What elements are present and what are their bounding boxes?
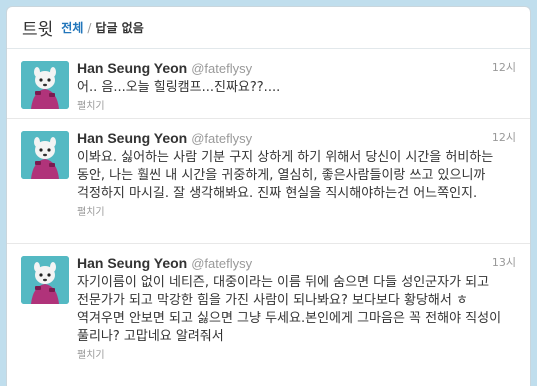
avatar[interactable] <box>21 131 69 179</box>
tweet-author-line: Han Seung Yeon @fateflysy <box>77 59 516 77</box>
panel-header: 트윗 전체 / 답글 없음 <box>7 7 530 49</box>
avatar-image <box>21 61 69 109</box>
author-name[interactable]: Han Seung Yeon <box>77 130 187 146</box>
tweet-text: 어.. 음...오늘 힐링캠프...진짜요??.... <box>77 80 281 95</box>
tweet-timestamp[interactable]: 12시 <box>492 129 516 147</box>
tweet-text: 이봐요. 싫어하는 사람 기분 구지 상하게 하기 위해서 당신이 시간을 허비… <box>77 150 494 201</box>
tweet-item[interactable]: Han Seung Yeon @fateflysy 12시 이봐요. 싫어하는 사… <box>7 119 530 244</box>
page-title: 트윗 <box>22 20 54 40</box>
expand-link[interactable]: 펼치기 <box>77 205 516 221</box>
author-name[interactable]: Han Seung Yeon <box>77 255 187 271</box>
tweet-timestamp[interactable]: 13시 <box>492 254 516 272</box>
author-name[interactable]: Han Seung Yeon <box>77 60 187 76</box>
avatar[interactable] <box>21 256 69 304</box>
breadcrumb-separator: / <box>87 20 92 35</box>
tweet-item[interactable]: Han Seung Yeon @fateflysy 12시 어.. 음...오늘 … <box>7 49 530 119</box>
avatar-image <box>21 131 69 179</box>
expand-link[interactable]: 펼치기 <box>77 348 516 364</box>
tweet-text: 자기이름이 없이 네티즌, 대중이라는 이름 뒤에 숨으면 다들 성인군자가 되… <box>77 275 502 344</box>
tweet-item[interactable]: Han Seung Yeon @fateflysy 13시 자기이름이 없이 네티… <box>7 244 530 386</box>
tweet-author-line: Han Seung Yeon @fateflysy <box>77 254 516 272</box>
author-handle[interactable]: @fateflysy <box>191 61 252 76</box>
author-handle[interactable]: @fateflysy <box>191 256 252 271</box>
avatar-image <box>21 256 69 304</box>
author-handle[interactable]: @fateflysy <box>191 131 252 146</box>
avatar[interactable] <box>21 61 69 109</box>
tweet-author-line: Han Seung Yeon @fateflysy <box>77 129 516 147</box>
expand-link[interactable]: 펼치기 <box>77 99 516 115</box>
breadcrumb-all-link[interactable]: 전체 <box>61 19 83 36</box>
breadcrumb-current: 답글 없음 <box>95 21 144 35</box>
tweet-timestamp[interactable]: 12시 <box>492 59 516 77</box>
tweets-panel: 트윗 전체 / 답글 없음 Han Seung Yeon @fateflysy 1… <box>6 6 531 386</box>
